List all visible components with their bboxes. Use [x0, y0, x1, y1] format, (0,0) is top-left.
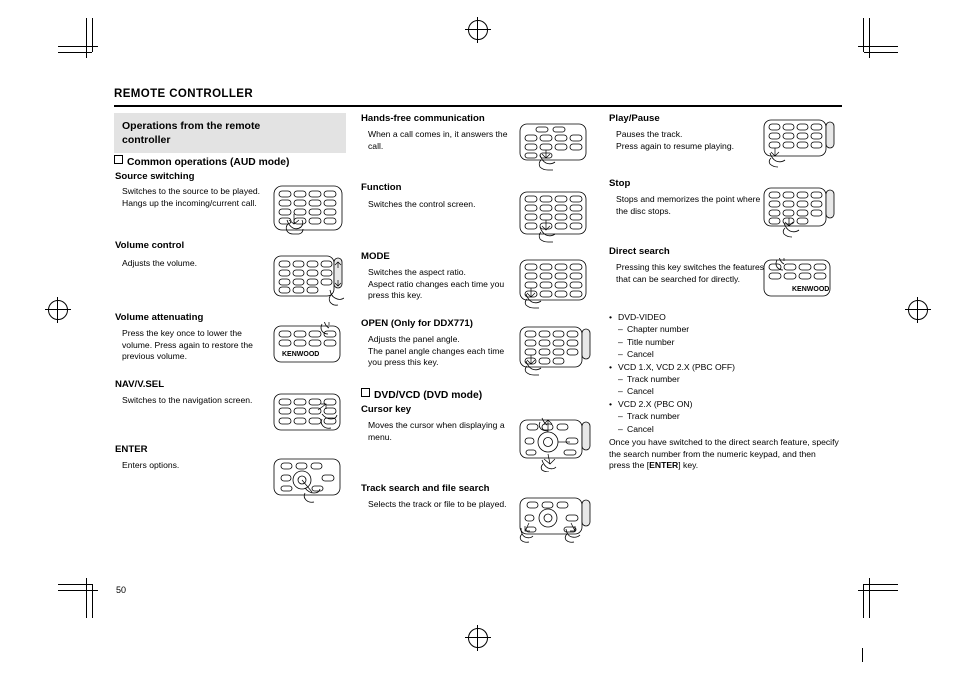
list-item: Title number [609, 336, 819, 349]
item-nav-vsel-title: NAV/V.SEL [115, 379, 165, 390]
list-item: Cancel [609, 348, 819, 361]
section-heading-line1: Operations from the remote [122, 120, 261, 132]
item-track-search-body: Selects the track or file to be played. [368, 499, 507, 509]
list-item: Track number [609, 410, 819, 423]
item-volume-attenuating-body: Press the key once to lower the volume. … [122, 328, 253, 362]
item-play-pause-title: Play/Pause [609, 113, 660, 124]
list-item: Track number [609, 373, 819, 386]
remote-illustration-function [518, 190, 590, 246]
item-mode-body: Switches the aspect ratio. Aspect ratio … [368, 267, 505, 301]
item-volume-control-body: Adjusts the volume. [122, 258, 197, 268]
registration-mark-bottom [465, 625, 491, 651]
note-key-enter: ENTER [649, 460, 679, 471]
section-heading-box: Operations from the remote controller [114, 113, 346, 153]
subsection-dvd-vcd: DVD/VCD (DVD mode) [361, 388, 546, 402]
list-item: DVD-VIDEO [609, 311, 819, 324]
direct-search-list: DVD-VIDEO Chapter number Title number Ca… [609, 311, 819, 435]
crop-mark-top-right [858, 18, 898, 58]
item-open-body: Adjusts the panel angle. The panel angle… [368, 334, 505, 368]
remote-illustration-handsfree [518, 122, 590, 172]
page-number: 50 [116, 585, 127, 595]
manual-page: REMOTE CONTROLLER Operations from the re… [0, 0, 954, 676]
note-text-post: ] key. [678, 460, 699, 471]
list-item: VCD 2.X (PBC ON) [609, 398, 819, 411]
square-bullet-icon-2 [361, 388, 370, 397]
section-heading-line2: controller [122, 134, 171, 146]
list-item: Cancel [609, 423, 819, 436]
item-play-pause-body: Pauses the track. Press again to resume … [616, 129, 734, 151]
remote-brand-label-2: KENWOOD [792, 286, 829, 293]
item-nav-vsel-body: Switches to the navigation screen. [122, 395, 253, 405]
item-track-search-title: Track search and file search [361, 483, 490, 494]
remote-illustration-play-pause [762, 118, 838, 168]
remote-illustration-volume-attenuating: KENWOOD [272, 322, 344, 372]
item-open-title: OPEN (Only for DDX771) [361, 318, 473, 329]
page-title: REMOTE CONTROLLER [114, 88, 254, 100]
item-cursor-key-body: Moves the cursor when displaying a menu. [368, 420, 505, 442]
item-source-switching-title: Source switching [115, 171, 195, 182]
item-volume-attenuating-title: Volume attenuating [115, 312, 204, 323]
item-direct-search-title: Direct search [609, 246, 670, 257]
item-handsfree-title: Hands-free communication [361, 113, 485, 124]
crop-mark-top-left [58, 18, 98, 58]
remote-brand-label: KENWOOD [282, 351, 319, 358]
remote-illustration-source-switching [272, 180, 344, 244]
list-item: VCD 1.X, VCD 2.X (PBC OFF) [609, 361, 819, 374]
item-function-body: Switches the control screen. [368, 199, 476, 209]
item-handsfree-body: When a call comes in, it answers the cal… [368, 129, 508, 151]
item-source-switching-body: Switches to the source to be played. Han… [122, 186, 261, 208]
registration-mark-left [45, 297, 71, 323]
remote-illustration-nav-vsel [272, 390, 344, 440]
remote-illustration-direct-search: KENWOOD [762, 258, 838, 304]
item-volume-control-title: Volume control [115, 240, 185, 251]
remote-illustration-enter [272, 455, 344, 505]
registration-mark-top [465, 17, 491, 43]
remote-illustration-track-search [518, 496, 594, 548]
item-stop-title: Stop [609, 178, 631, 189]
subsection-common-operations: Common operations (AUD mode) [114, 155, 346, 169]
header-rule [114, 105, 842, 107]
crop-mark-bottom-right [858, 578, 898, 618]
tick-mark [862, 648, 863, 662]
registration-mark-right [905, 297, 931, 323]
square-bullet-icon [114, 155, 123, 164]
remote-illustration-stop [762, 186, 838, 238]
direct-search-note: Once you have switched to the direct sea… [609, 437, 839, 472]
item-mode-title: MODE [361, 251, 390, 262]
note-text-pre: Once you have switched to the direct sea… [609, 437, 839, 471]
item-function-title: Function [361, 182, 402, 193]
item-enter-title: ENTER [115, 444, 148, 455]
remote-illustration-open [518, 325, 594, 381]
remote-illustration-mode [518, 258, 590, 312]
remote-illustration-cursor-key [518, 412, 598, 472]
item-enter-body: Enters options. [122, 460, 180, 470]
item-cursor-key-title: Cursor key [361, 404, 412, 415]
item-direct-search-body: Pressing this key switches the features … [616, 262, 765, 284]
crop-mark-bottom-left [58, 578, 98, 618]
item-stop-body: Stops and memorizes the point where the … [616, 194, 761, 216]
remote-illustration-volume-control [272, 252, 344, 308]
list-item: Chapter number [609, 323, 819, 336]
list-item: Cancel [609, 385, 819, 398]
